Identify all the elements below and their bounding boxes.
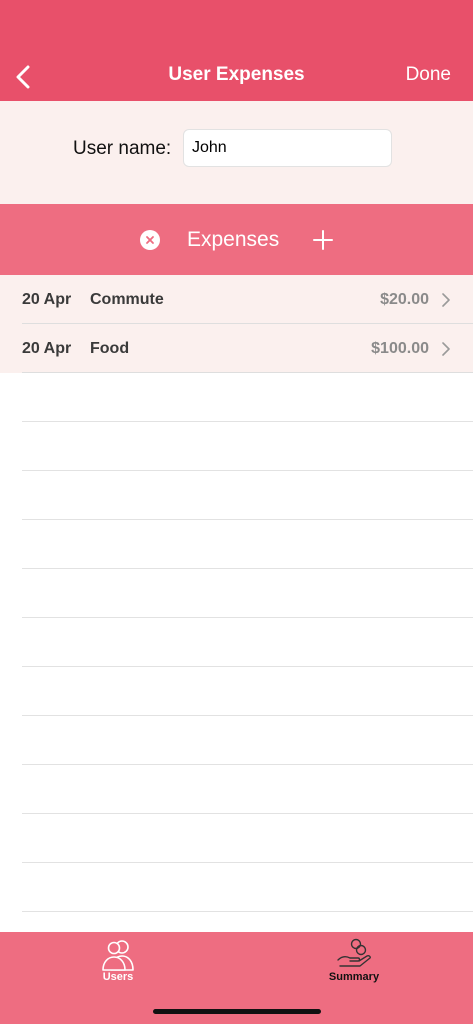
expense-row[interactable]: 20 Apr Food $100.00 — [0, 324, 473, 373]
expenses-list: 20 Apr Commute $20.00 20 Apr Food $100.0… — [0, 275, 473, 912]
expenses-header: Expenses — [0, 204, 473, 275]
empty-row — [0, 373, 473, 422]
summary-icon — [337, 938, 371, 967]
empty-row — [0, 667, 473, 716]
empty-row — [0, 814, 473, 863]
home-indicator — [153, 1009, 321, 1014]
expense-amount: $100.00 — [371, 340, 429, 357]
page-title: User Expenses — [168, 64, 305, 85]
tab-summary-label: Summary — [328, 971, 380, 983]
expense-amount: $20.00 — [380, 291, 429, 308]
navigation-bar: User Expenses Done — [0, 0, 473, 101]
empty-row — [0, 618, 473, 667]
empty-row — [0, 765, 473, 814]
chevron-right-icon — [442, 342, 450, 356]
empty-row — [0, 422, 473, 471]
empty-row — [0, 471, 473, 520]
user-name-label: User name: — [73, 138, 172, 159]
tab-users-label: Users — [102, 971, 134, 983]
empty-row — [0, 863, 473, 912]
user-name-input[interactable] — [183, 129, 392, 167]
chevron-right-icon — [442, 293, 450, 307]
tab-summary[interactable]: Summary — [304, 936, 404, 983]
empty-row — [0, 569, 473, 618]
expense-row[interactable]: 20 Apr Commute $20.00 — [0, 275, 473, 324]
user-name-section: User name: — [0, 101, 473, 204]
empty-row — [0, 520, 473, 569]
clear-expenses-button[interactable] — [140, 230, 160, 250]
tab-users[interactable]: Users — [68, 936, 168, 983]
users-icon — [102, 940, 134, 971]
plus-icon[interactable] — [312, 229, 334, 251]
expense-date: 20 Apr — [22, 340, 72, 357]
expense-date: 20 Apr — [22, 291, 72, 308]
close-icon — [146, 236, 154, 244]
expense-description: Food — [90, 340, 130, 357]
expense-description: Commute — [90, 291, 164, 308]
empty-row — [0, 716, 473, 765]
expenses-title: Expenses — [187, 228, 280, 251]
done-button[interactable]: Done — [406, 64, 451, 86]
